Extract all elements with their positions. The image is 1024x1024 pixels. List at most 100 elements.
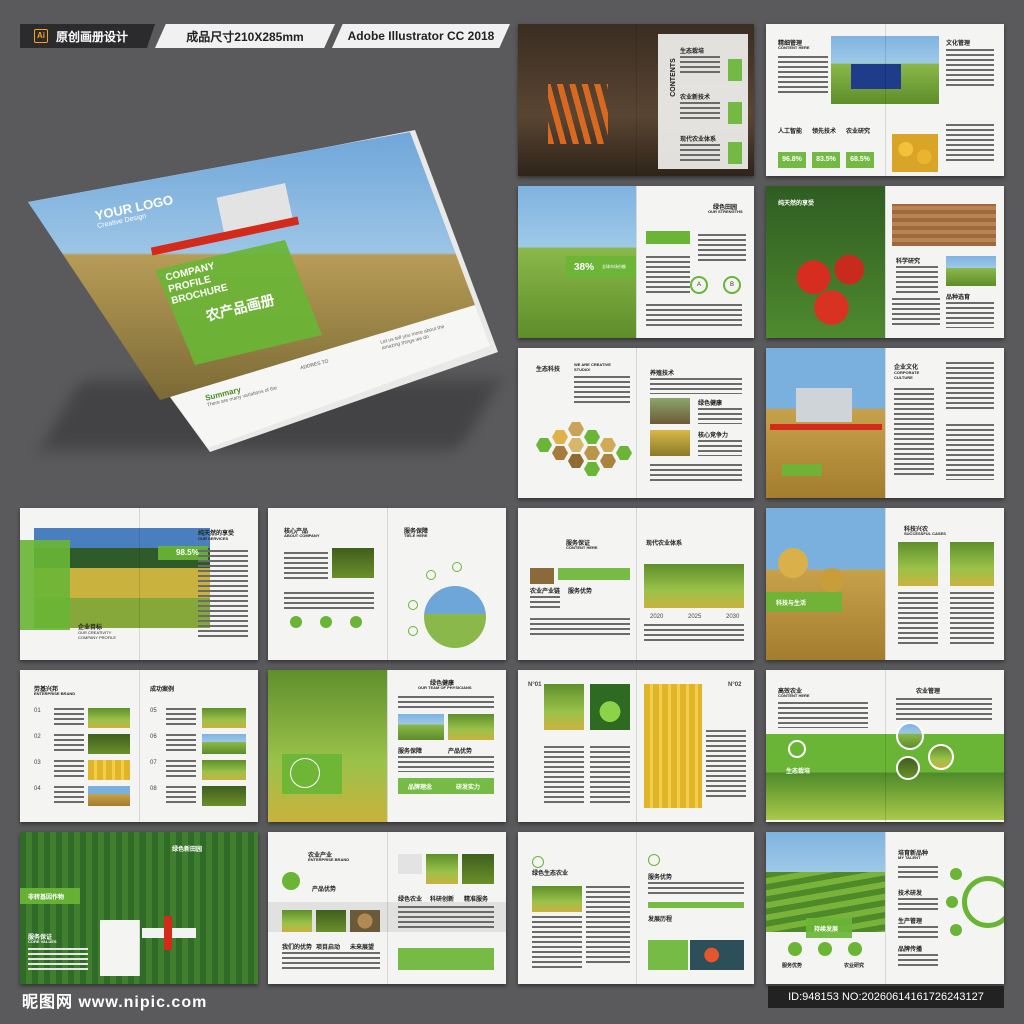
s5-hex-9 [600,438,616,452]
tag-software: Adobe Illustrator CC 2018 [332,24,510,48]
s11-lines-7 [166,760,196,778]
s17-green-box [648,940,688,970]
s17-title: 绿色生态农业 [532,871,569,877]
s9-year-1: 2020 [650,614,664,620]
s18-item-1: 服务优势 [782,963,803,969]
s9-item-2: 服务优势 [568,589,593,595]
s2-culture: 文化管理 [946,41,971,47]
s5-rice-photo [650,430,690,456]
spread-tomato: 纯天然的享受 科学研究 品种选育 [766,186,1004,338]
s17-item-1: 服务优势 [648,875,673,881]
s13-photo-1 [544,684,584,730]
s18-icon-3 [848,942,862,956]
contents-num-3 [728,142,742,164]
s4-item-1: 科学研究 [896,259,921,265]
s13-n2: N°02 [728,682,742,688]
s12-hill-photo [268,670,387,822]
s5-hex-2 [552,430,568,444]
s12-item-4: 研发实力 [456,785,481,791]
s6-label-box [782,464,822,476]
s2-stat-3: 68.5% [846,152,874,168]
spread-agri-industry: 农业产业 ENTERPRISE BRAND 产品优势 我们的优势 项目启动 未来… [268,832,506,984]
s2-lines-1 [778,56,828,96]
s3-circle-b-label: B [729,282,734,288]
s16-photo-3 [350,910,380,932]
s5-hex-11 [600,454,616,468]
spread-corn: N°01 N°02 [518,670,754,822]
s4-lines-2 [892,298,940,328]
spread-services: 纯天然的享受 OUR SERVICES 98.5% 企业目标 OUR CREAT… [20,508,258,660]
s11-photo-1 [88,708,130,728]
s6-lines-3 [946,424,994,480]
s10-photo-1 [898,542,938,586]
s5-hex-5 [568,438,584,452]
s12-lines-2 [398,756,494,772]
s3-lines-3 [646,304,742,326]
s11-lines-8 [166,786,196,804]
spread-brand: 劳基兴邦 ENTERPRISE BRAND 成功案例 01 02 03 04 0… [20,670,258,822]
s9-title2: 现代农业体系 [646,541,683,547]
s12-sub: OUR TEAM OF PHYSICIANS [418,685,472,690]
s14-circle-1 [896,722,924,750]
s9-field-photo [644,564,744,608]
s2-stat-1-value: 96.8% [782,156,802,163]
s5-lines-5 [650,464,742,484]
s4-small-photo [946,256,996,286]
s10-haybale-1 [778,548,808,578]
contents-panel: CONTENTS 生态栽培 农业新技术 现代农业体系 [658,34,748,169]
spread-service-guarantee: 服务保证 CONTENT HERE 农业产业链 服务优势 现代农业体系 2020… [518,508,754,660]
s18-lines-2 [898,898,938,910]
s4-tomato-photo [766,186,885,338]
s13-corn-photo [644,684,702,808]
s8-photo [332,548,374,578]
s12-lines-1 [398,696,494,710]
s12-item-3: 品牌理念 [408,785,433,791]
s3-circle-b: B [723,276,741,294]
tag-software-label: Adobe Illustrator CC 2018 [347,29,495,43]
contents-num-2 [728,102,742,124]
s11-num-1: 01 [34,708,41,714]
s15-service-sub: CORE VALUES [28,939,57,944]
s5-hex-7 [568,454,584,468]
s18-item-2: 技术研发 [898,891,923,897]
s18-lines-1 [898,866,938,880]
s5-hex-10 [584,462,600,476]
contents-item-3: 现代农业体系 [680,137,717,143]
s16-lines-2 [398,906,494,930]
s2-potato-photo [892,134,938,172]
s18-ring-big [962,876,1004,928]
s5-tech: 养殖技术 [650,371,675,377]
s16-item-4: 精准服务 [464,897,489,903]
s15-plane-body [164,916,172,950]
tag-size-label: 成品尺寸210X285mm [186,29,304,44]
s16-tractor-photo [398,854,422,874]
s5-hex-6 [584,430,600,444]
s2-tractor-photo [831,36,939,104]
s4-title: 纯天然的享受 [778,201,815,207]
s11-photo-5 [202,708,246,728]
s6-lines-2 [894,388,934,478]
s8-lines-2 [284,592,374,610]
s5-hex-4 [552,446,568,460]
s2-lines-3 [946,124,994,164]
spread-eco-tech: 生态科技 WE ARE CREATIVE STUDIO! 养殖技术 绿色健康 核… [518,348,754,498]
s11-num-7: 07 [150,760,157,766]
s17-icon-2 [648,854,660,866]
s12-circle [290,758,320,788]
s3-stat: 38% [574,262,595,273]
s18-item-5: 农业研究 [844,963,865,969]
s17-flower-photo [690,940,744,970]
s17-icon-1 [532,856,544,868]
s14-circle-2 [928,744,954,770]
s18-item-4: 品牌传播 [898,947,923,953]
s9-item-1: 农业产业链 [530,589,561,595]
s15-panel [100,920,140,976]
spread-management: 精细管理 CONTENT HERE 文化管理 96.8% 83.5% 68.5%… [766,24,1004,176]
spread-efficient-agri: 高效农业 CONTENT HERE 农业管理 生态栽培 [766,670,1004,822]
s12-photo-1 [398,714,444,740]
s3-sub: OUR STRENGTHS [708,209,743,214]
s2-stat-1: 96.8% [778,152,806,168]
s9-lines-3 [644,624,744,644]
illustrator-icon: Ai [34,29,48,43]
s5-item-1: 绿色健康 [698,401,723,407]
